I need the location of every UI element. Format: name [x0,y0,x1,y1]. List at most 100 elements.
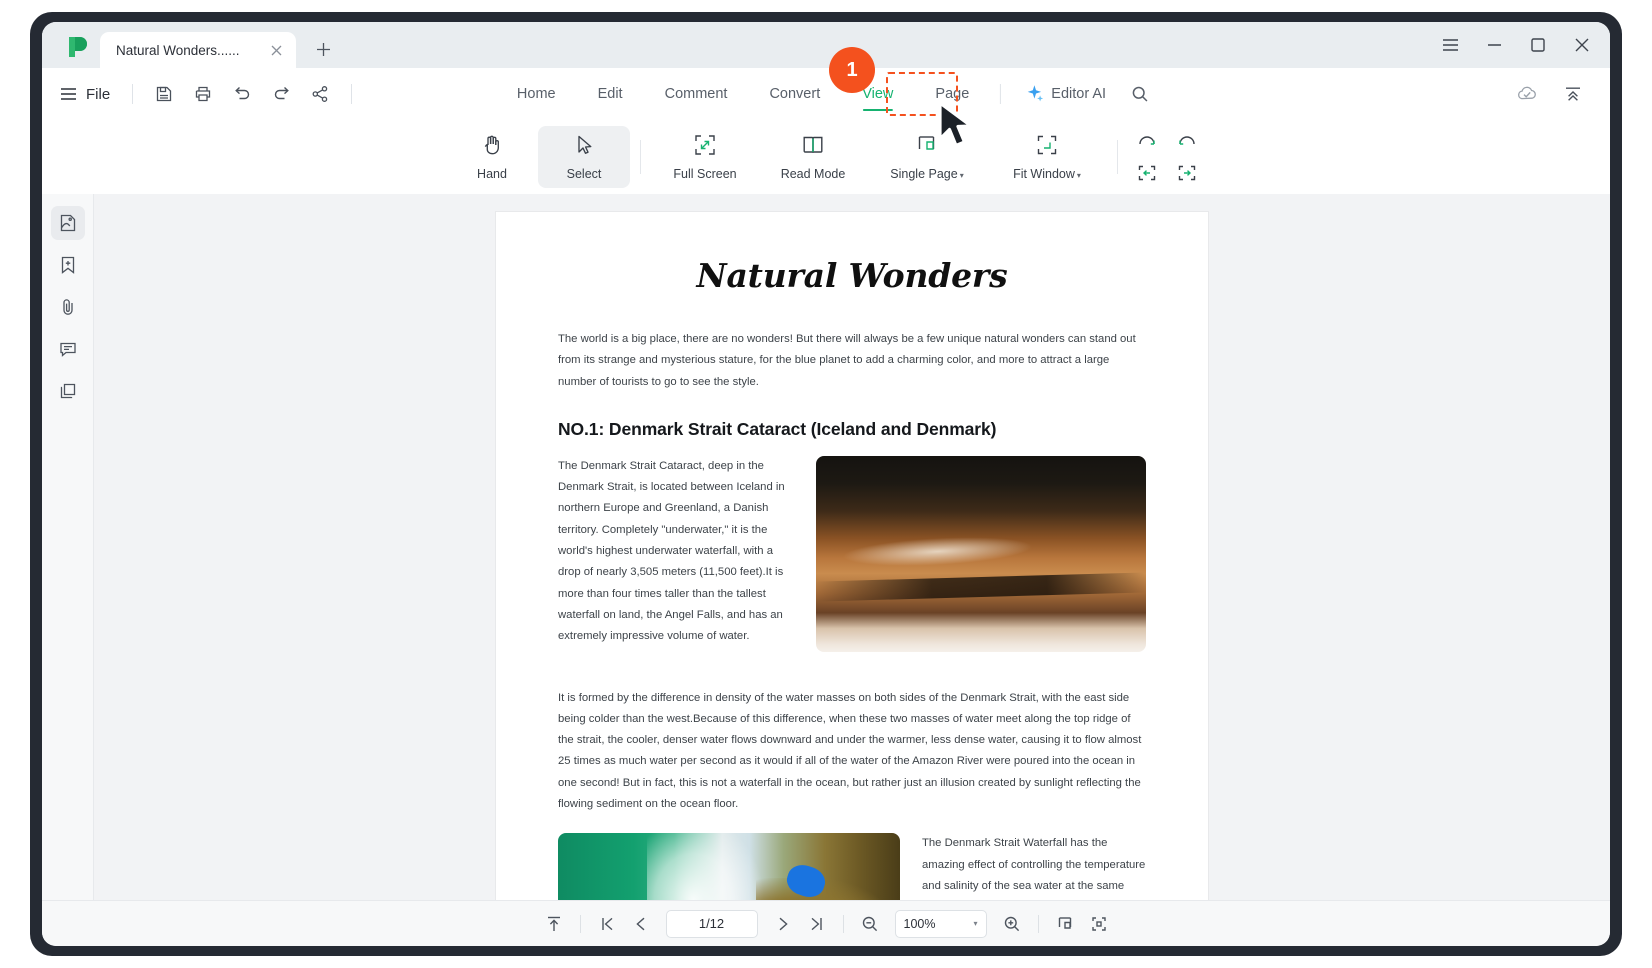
tool-hand[interactable]: Hand [446,126,538,188]
app-logo-icon [60,30,96,64]
layers-icon[interactable] [51,374,85,408]
print-icon[interactable] [188,79,218,109]
close-icon[interactable] [1560,28,1604,62]
chevron-down-icon: ▾ [973,919,978,928]
pdf-page: Natural Wonders The world is a big place… [496,212,1208,900]
tool-single-page-label: Single Page ▾ [890,167,964,181]
divider [1000,84,1002,104]
cloud-check-icon[interactable] [1512,79,1542,109]
previous-page-icon[interactable] [624,909,658,939]
tool-select-label: Select [566,167,602,181]
tab-page[interactable]: Page [914,68,990,120]
rotate-group [1128,126,1206,188]
editor-ai-button[interactable]: Editor AI [1011,68,1120,120]
close-icon[interactable] [266,40,286,60]
zoom-level-select[interactable]: 100% ▾ [894,909,987,938]
hamburger-menu-icon[interactable] [1428,28,1472,62]
document-tab-label: Natural Wonders...... [116,42,240,58]
fit-page-icon[interactable] [1048,909,1082,939]
tab-strip: Natural Wonders...... [42,22,1610,68]
chevron-down-icon: ▾ [959,171,964,180]
body-area: Natural Wonders The world is a big place… [42,194,1610,900]
undo-icon[interactable] [227,79,257,109]
figure-canyon-image [816,455,1146,652]
tool-full-screen[interactable]: Full Screen [651,126,759,188]
sparkle-icon [1025,83,1044,106]
document-title: Natural Wonders [696,256,1008,295]
redo-icon[interactable] [266,79,296,109]
app-root: Natural Wonders...... File Home Edit Com… [0,0,1652,968]
cursor-arrow-icon [572,133,596,162]
divider [1117,140,1118,174]
menu-bar: File Home Edit Comment Convert View Page… [42,68,1610,120]
thumbnails-icon[interactable] [50,206,85,240]
search-icon[interactable] [1124,78,1156,110]
single-page-icon [915,133,939,162]
fit-screen-icon[interactable] [1082,909,1116,939]
book-open-icon [801,133,825,162]
figure-ocean-image [558,833,900,900]
rotate-left-icon[interactable] [1128,126,1166,156]
tool-select[interactable]: Select [538,126,630,188]
chevron-down-icon: ▾ [1076,171,1081,180]
flip-horizontal-icon[interactable] [1128,158,1166,188]
document-paragraph-1: The Denmark Strait Cataract, deep in the… [558,459,785,643]
new-tab-button[interactable] [308,34,338,64]
fit-window-icon [1035,133,1059,162]
file-group: File [42,79,359,109]
menu-right-actions [1512,79,1610,109]
rotate-right-icon[interactable] [1168,126,1206,156]
tool-full-screen-label: Full Screen [673,167,737,181]
divider [132,84,134,104]
scroll-to-top-icon[interactable] [537,909,571,939]
share-icon[interactable] [305,79,335,109]
collapse-ribbon-icon[interactable] [1558,79,1588,109]
tab-convert[interactable]: Convert [748,68,841,120]
divider [1037,914,1039,933]
editor-ai-label: Editor AI [1051,86,1107,102]
tool-hand-label: Hand [477,167,507,181]
save-icon[interactable] [149,79,179,109]
document-paragraph-3: The Denmark Strait Waterfall has the ama… [922,837,1146,892]
document-heading-1: NO.1: Denmark Strait Cataract (Iceland a… [558,418,997,439]
divider [351,84,353,104]
tool-single-page[interactable]: Single Page ▾ [867,126,987,188]
divider [579,914,581,933]
flip-vertical-icon[interactable] [1168,158,1206,188]
document-intro-paragraph: The world is a big place, there are no w… [558,333,1136,388]
file-menu-button[interactable]: File [86,86,110,103]
document-canvas[interactable]: Natural Wonders The world is a big place… [94,194,1610,900]
tool-read-mode[interactable]: Read Mode [759,126,867,188]
tab-comment[interactable]: Comment [644,68,749,120]
zoom-level-value: 100% [903,916,936,931]
tool-fit-window-label: Fit Window ▾ [1013,167,1081,181]
document-tab[interactable]: Natural Wonders...... [100,32,296,68]
attachment-paperclip-icon[interactable] [51,290,85,324]
application-window: Natural Wonders...... File Home Edit Com… [42,22,1610,946]
step-badge-1: 1 [829,47,875,93]
tool-fit-window[interactable]: Fit Window ▾ [987,126,1107,188]
tab-home[interactable]: Home [496,68,577,120]
left-rail [42,194,94,900]
minimize-icon[interactable] [1472,28,1516,62]
full-screen-icon [693,133,717,162]
view-toolbar: Hand Select Full Screen Read Mode Single… [42,120,1610,194]
divider [842,914,844,933]
page-number-input[interactable]: 1/12 [665,909,758,938]
tool-read-mode-label: Read Mode [780,167,846,181]
section-2-row: The Denmark Strait Waterfall has the ama… [558,833,1146,900]
window-controls [1428,28,1610,68]
status-bar: 1/12 100% ▾ [42,900,1610,946]
bookmark-add-icon[interactable] [51,248,85,282]
divider [640,140,641,174]
zoom-out-icon[interactable] [853,909,887,939]
tab-edit[interactable]: Edit [577,68,644,120]
maximize-icon[interactable] [1516,28,1560,62]
ribbon-tabs: Home Edit Comment Convert View Page Edit… [496,68,1156,120]
zoom-in-icon[interactable] [995,909,1029,939]
last-page-icon[interactable] [800,909,834,939]
next-page-icon[interactable] [766,909,800,939]
comment-icon[interactable] [51,332,85,366]
first-page-icon[interactable] [590,909,624,939]
hamburger-icon[interactable] [60,87,77,101]
